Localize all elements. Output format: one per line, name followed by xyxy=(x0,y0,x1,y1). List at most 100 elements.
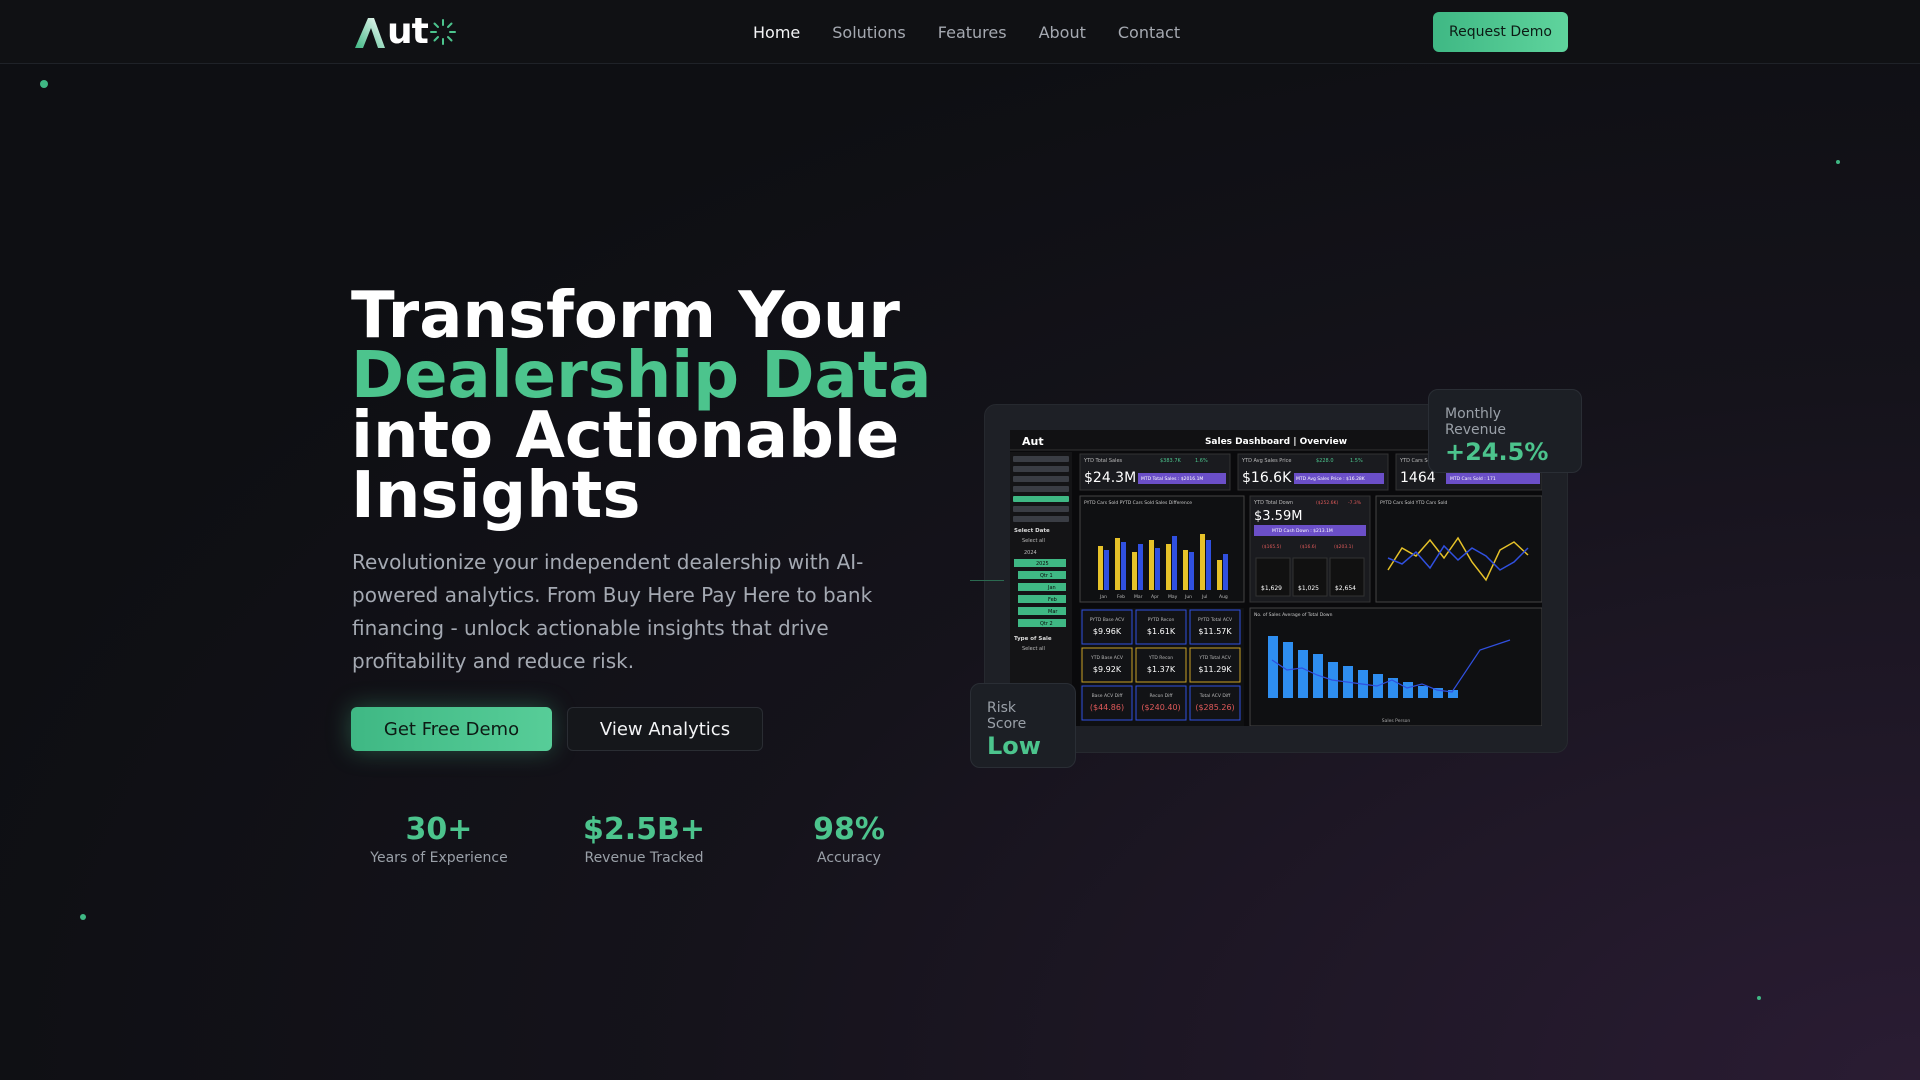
bar-mark xyxy=(1189,552,1194,590)
nav-links: Home Solutions Features About Contact xyxy=(753,0,1180,64)
stat-accuracy: 98% Accuracy xyxy=(764,812,934,866)
risk-score-label: Risk Score xyxy=(987,700,1027,732)
acv-label: YTD Base ACV xyxy=(1090,655,1124,661)
brand-logo[interactable]: ut xyxy=(353,12,457,52)
monthly-revenue-value: +24.5% xyxy=(1445,438,1549,466)
monthly-revenue-label: Monthly Revenue xyxy=(1445,406,1506,438)
acv-label: PYTD Total ACV xyxy=(1198,617,1233,623)
hero-subtitle: Revolutionize your independent dealershi… xyxy=(352,550,873,673)
down-sub-value: $2,654 xyxy=(1335,585,1356,592)
kpi-badge: MTD Cars Sold : 171 xyxy=(1450,476,1496,482)
bar-axis-tick: May xyxy=(1168,594,1178,600)
hero-title: Transform Your Dealership Data into Acti… xyxy=(351,284,971,533)
down-neg: ($203.1) xyxy=(1334,544,1354,550)
get-free-demo-button[interactable]: Get Free Demo xyxy=(351,707,552,751)
down-sub-value: $1,025 xyxy=(1298,585,1319,592)
acv-value: $1.61K xyxy=(1147,627,1176,636)
bar-axis-tick: Feb xyxy=(1117,594,1125,600)
stat-value: 98% xyxy=(813,812,885,847)
bar-mark xyxy=(1172,536,1177,590)
bar-axis-tick: Apr xyxy=(1151,594,1159,600)
stat-experience: 30+ Years of Experience xyxy=(354,812,524,866)
acv-label: Total ACV Diff xyxy=(1199,693,1231,699)
kpi-value: $24.3M xyxy=(1084,470,1136,486)
dash-logo: Aut xyxy=(1022,435,1044,448)
bar-mark xyxy=(1183,550,1188,590)
view-analytics-button[interactable]: View Analytics xyxy=(567,707,763,751)
stat-revenue: $2.5B+ Revenue Tracked xyxy=(559,812,729,866)
bottom-bar-mark xyxy=(1298,650,1308,698)
nav-link-contact[interactable]: Contact xyxy=(1118,23,1180,42)
bottom-bar-mark xyxy=(1418,686,1428,698)
bar-legend: PYTD Cars Sold PYTD Cars Sold Sales Diff… xyxy=(1084,500,1192,506)
down-sub-value: $1,629 xyxy=(1261,585,1282,592)
filter-quarter: Qtr 1 xyxy=(1040,573,1053,579)
bar-axis-tick: Jun xyxy=(1184,594,1192,600)
bottom-bar-mark xyxy=(1403,682,1413,698)
bar-mark xyxy=(1132,552,1137,590)
kpi-delta: 1.5% xyxy=(1350,458,1363,464)
acv-value: $9.92K xyxy=(1093,665,1122,674)
logo-burst-icon xyxy=(429,19,456,45)
stat-value: 30+ xyxy=(405,812,473,847)
acv-value: ($285.26) xyxy=(1195,703,1234,712)
acv-value: $11.57K xyxy=(1198,627,1232,636)
acv-grid: PYTD Base ACV $9.96K PYTD Recon $1.61K PYTD … xyxy=(1081,609,1241,721)
nav-link-about[interactable]: About xyxy=(1039,23,1086,42)
bar-mark xyxy=(1200,534,1205,590)
kpi-value: $16.6K xyxy=(1242,470,1292,486)
nav-link-solutions[interactable]: Solutions xyxy=(832,23,906,42)
bar-mark xyxy=(1104,550,1109,590)
decor-dot xyxy=(1757,996,1761,1000)
dashboard-screenshot: Aut Sales Dashboard | Overview Select Da… xyxy=(1010,430,1542,726)
kpi-value: 1464 xyxy=(1400,470,1436,486)
hero-title-accent: Dealership Data xyxy=(351,339,932,413)
bottom-legend: No. of Sales Average of Total Down xyxy=(1254,612,1333,618)
acv-label: PYTD Recon xyxy=(1148,617,1175,623)
filter-month: Feb xyxy=(1048,597,1057,603)
acv-value: ($44.86) xyxy=(1090,703,1124,712)
monthly-revenue-card: Monthly Revenue +24.5% xyxy=(1428,389,1582,473)
bar-mark xyxy=(1121,542,1126,590)
acv-value: $1.37K xyxy=(1147,665,1176,674)
connector-line xyxy=(970,580,1004,581)
acv-label: Recon Diff xyxy=(1149,693,1173,699)
down-neg: ($165.5) xyxy=(1262,544,1282,550)
kpi-badge: MTD Total Sales : $2016.1M xyxy=(1141,476,1203,482)
acv-value: $9.96K xyxy=(1093,627,1122,636)
hero-title-line: into Actionable xyxy=(351,399,900,473)
kpi-label: YTD Avg Sales Price xyxy=(1241,458,1292,464)
down-label: YTD Total Down xyxy=(1253,500,1293,506)
acv-value: ($240.40) xyxy=(1141,703,1180,712)
stat-value: $2.5B+ xyxy=(582,812,706,847)
filter-type-heading: Type of Sale xyxy=(1014,636,1052,642)
filter-quarter: Qtr 2 xyxy=(1040,621,1053,627)
stat-label: Accuracy xyxy=(817,850,881,866)
filter-year: 2024 xyxy=(1024,550,1037,556)
filter-year: 2025 xyxy=(1036,561,1049,567)
stat-label: Revenue Tracked xyxy=(584,850,704,866)
bar-mark xyxy=(1217,560,1222,590)
bar-axis-tick: Jul xyxy=(1201,594,1207,600)
acv-value: $11.29K xyxy=(1198,665,1232,674)
request-demo-button[interactable]: Request Demo xyxy=(1433,12,1568,52)
bar-axis-tick: Mar xyxy=(1134,594,1143,600)
bar-mark xyxy=(1098,546,1103,590)
nav-link-features[interactable]: Features xyxy=(938,23,1007,42)
kpi-delta: $228.0 xyxy=(1316,458,1334,464)
top-navbar: ut Home Solutions Features About Contact… xyxy=(0,0,1920,64)
bar-axis-tick: Aug xyxy=(1219,594,1228,600)
nav-link-home[interactable]: Home xyxy=(753,23,800,42)
bar-mark xyxy=(1115,538,1120,590)
bar-mark xyxy=(1206,540,1211,590)
kpi-badge: MTD Avg Sales Price : $16.28K xyxy=(1296,476,1366,482)
decor-dot xyxy=(40,80,48,88)
bar-mark xyxy=(1155,548,1160,590)
kpi-delta: 1.6% xyxy=(1195,458,1208,464)
decor-dot xyxy=(80,914,86,920)
kpi-label: YTD Total Sales xyxy=(1083,458,1123,464)
stat-label: Years of Experience xyxy=(370,850,508,866)
risk-score-card: Risk Score Low xyxy=(970,683,1076,768)
filter-month: Mar xyxy=(1048,609,1058,615)
hero-title-line: Insights xyxy=(351,459,641,533)
